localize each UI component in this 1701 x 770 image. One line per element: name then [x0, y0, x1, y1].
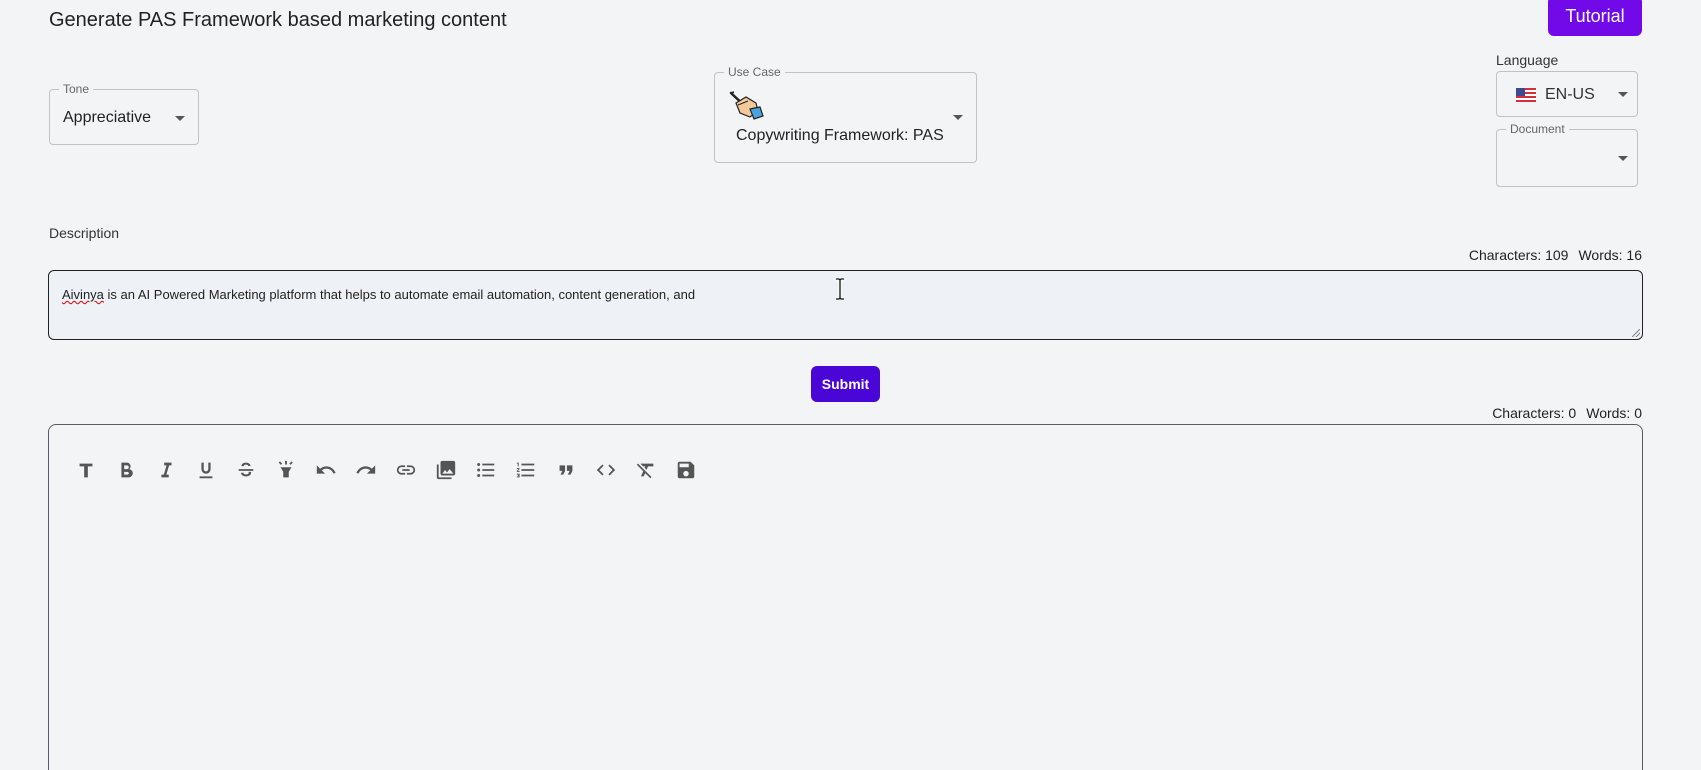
clear-format-icon[interactable]: [626, 454, 666, 486]
redo-icon[interactable]: [346, 454, 386, 486]
document-legend: Document: [1506, 122, 1569, 136]
use-case-select[interactable]: Use Case Copywriting Framework: PAS: [714, 65, 977, 163]
tone-legend: Tone: [59, 82, 94, 96]
tutorial-button[interactable]: Tutorial: [1548, 0, 1642, 36]
code-icon[interactable]: [586, 454, 626, 486]
link-icon[interactable]: [386, 454, 426, 486]
image-icon[interactable]: [426, 454, 466, 486]
tone-select[interactable]: Tone Appreciative: [49, 82, 199, 145]
us-flag-icon: [1516, 88, 1536, 102]
document-select[interactable]: Document: [1496, 122, 1638, 187]
description-char-count: Characters: 109: [1468, 247, 1569, 263]
chevron-down-icon: [953, 115, 963, 120]
language-value: EN-US: [1545, 86, 1595, 103]
hand-writing-icon: [728, 89, 766, 121]
highlight-icon[interactable]: [266, 454, 306, 486]
description-label: Description: [49, 225, 120, 241]
use-case-legend: Use Case: [724, 65, 785, 79]
description-word-count: Words: 16: [1578, 247, 1642, 263]
chevron-down-icon: [175, 116, 185, 121]
language-label: Language: [1496, 52, 1559, 68]
editor-counter: Characters: 0 Words: 0: [1492, 405, 1642, 421]
chevron-down-icon: [1618, 156, 1628, 161]
submit-button[interactable]: Submit: [811, 366, 880, 402]
bullet-list-icon[interactable]: [466, 454, 506, 486]
quote-icon[interactable]: [546, 454, 586, 486]
misspelled-word: Aivinya: [62, 287, 104, 302]
strikethrough-icon[interactable]: [226, 454, 266, 486]
text-format-icon[interactable]: [66, 454, 106, 486]
undo-icon[interactable]: [306, 454, 346, 486]
bold-icon[interactable]: [106, 454, 146, 486]
resize-handle[interactable]: [1632, 329, 1640, 337]
editor-char-count: Characters: 0: [1492, 405, 1577, 421]
editor-toolbar: [66, 454, 706, 486]
page-title: Generate PAS Framework based marketing c…: [49, 9, 507, 31]
text-cursor-icon: [834, 277, 846, 301]
editor-word-count: Words: 0: [1586, 405, 1642, 421]
chevron-down-icon: [1618, 92, 1628, 97]
save-icon[interactable]: [666, 454, 706, 486]
description-text: Aivinya is an AI Powered Marketing platf…: [62, 287, 695, 302]
rich-text-editor[interactable]: [48, 424, 1643, 770]
underline-icon[interactable]: [186, 454, 226, 486]
language-select[interactable]: EN-US: [1496, 71, 1638, 117]
tone-value: Appreciative: [63, 109, 152, 126]
italic-icon[interactable]: [146, 454, 186, 486]
numbered-list-icon[interactable]: [506, 454, 546, 486]
page: Generate PAS Framework based marketing c…: [0, 0, 1701, 770]
description-counter: Characters: 109 Words: 16: [1469, 247, 1642, 263]
use-case-value: Copywriting Framework: PAS: [736, 127, 944, 144]
description-text-rest: is an AI Powered Marketing platform that…: [103, 287, 696, 302]
